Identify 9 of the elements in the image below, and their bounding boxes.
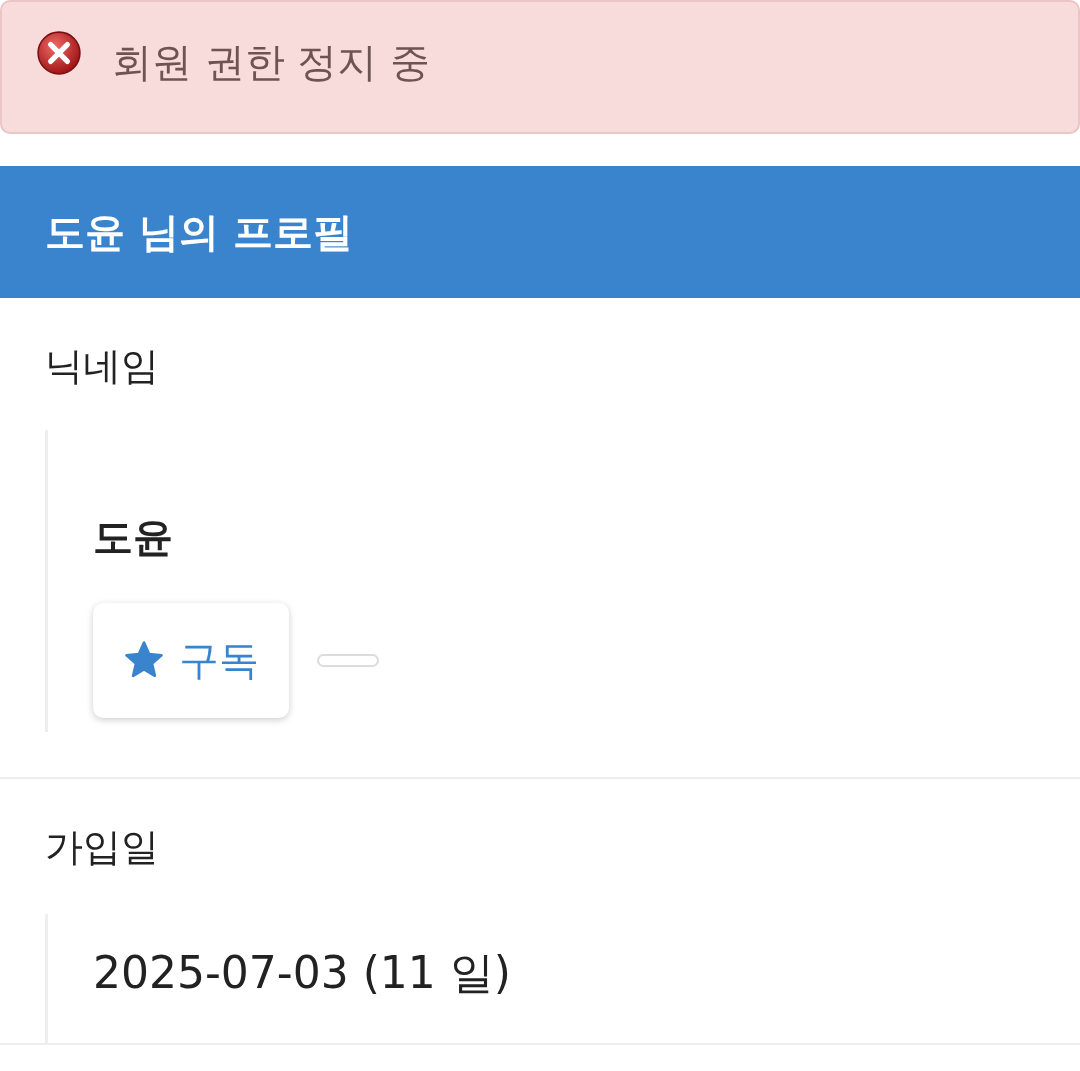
subscribe-button[interactable]: 구독: [93, 602, 289, 718]
field-label: 닉네임: [44, 343, 160, 390]
alert-message: 회원 권한 정지 중: [112, 38, 431, 86]
profile-title: 도윤 님의 프로필: [45, 207, 353, 257]
nickname: 도윤: [93, 512, 174, 562]
empty-badge: [317, 653, 379, 667]
error-icon: [36, 30, 82, 76]
field-label: 가입일: [44, 823, 160, 871]
join-date: 2025-07-03 (11 일): [93, 946, 512, 1001]
